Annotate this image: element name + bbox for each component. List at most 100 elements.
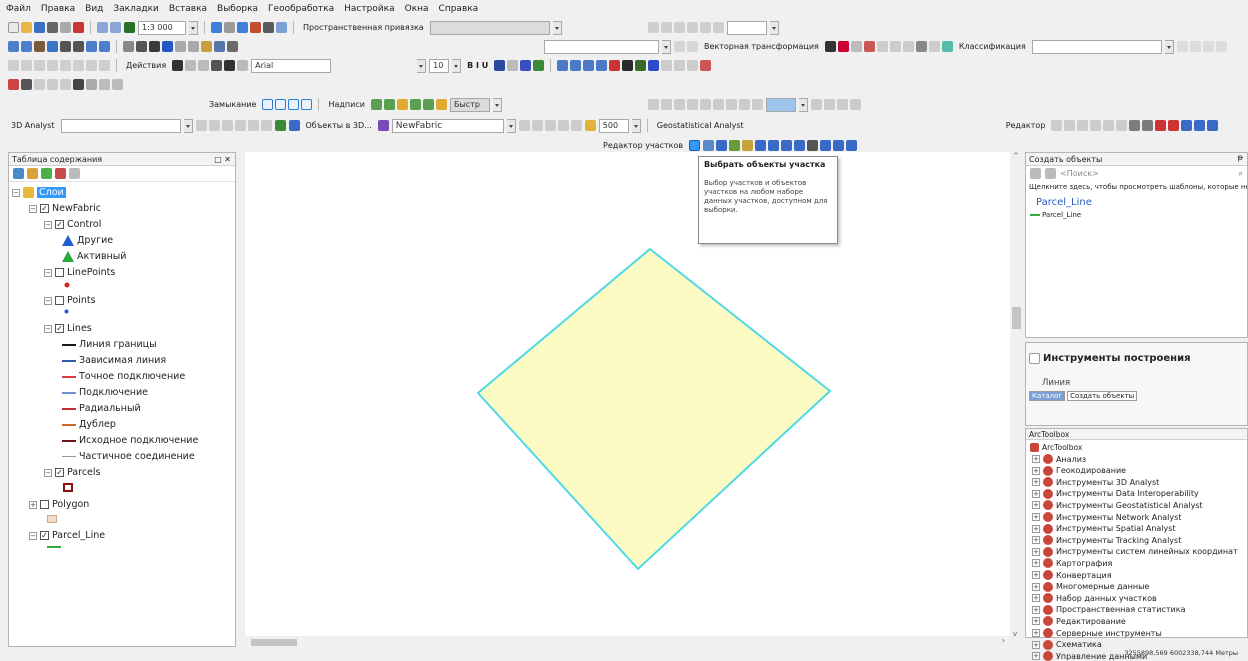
scroll-up-icon[interactable]: ^ — [1013, 152, 1019, 160]
expand-icon[interactable]: + — [1032, 536, 1040, 545]
toolbox-item[interactable]: + Инструменты систем линейных координат — [1032, 546, 1238, 557]
list-by-source-icon[interactable] — [27, 168, 38, 179]
toc-close-icon[interactable]: □ ✕ — [214, 153, 231, 166]
transform-tools[interactable] — [824, 41, 953, 52]
menu-item[interactable]: Файл — [6, 4, 31, 14]
closure-menu[interactable]: Замыкание — [206, 100, 259, 109]
toolbox-item[interactable]: + Инструменты Geostatistical Analyst — [1032, 500, 1203, 511]
toolbox-item[interactable]: + Картография — [1032, 558, 1112, 569]
fabric-combo[interactable]: NewFabric — [391, 118, 504, 133]
toc-node-points[interactable]: − Points — [44, 295, 96, 306]
organize-templates-icon[interactable] — [1045, 168, 1056, 179]
objects-3d-menu[interactable]: Объекты в 3D... — [303, 121, 375, 130]
expand-icon[interactable]: + — [1032, 513, 1040, 521]
labels-menu[interactable]: Надписи — [325, 100, 367, 109]
toc-node-layers[interactable]: − Слои — [12, 187, 66, 198]
toolbox-item[interactable]: + Инструменты Spatial Analyst — [1032, 523, 1176, 534]
templates-icon[interactable] — [1030, 168, 1041, 179]
menu-item[interactable]: Окна — [405, 4, 429, 14]
draw-tools[interactable] — [172, 60, 249, 71]
expand-icon[interactable]: + — [1032, 594, 1040, 603]
expand-icon[interactable]: + — [1032, 547, 1040, 556]
analyst-3d-menu[interactable]: 3D Analyst — [8, 121, 58, 130]
map-vertical-scrollbar[interactable]: ^ v — [1010, 152, 1023, 638]
undo-redo-icon[interactable] — [97, 22, 121, 33]
table-icon[interactable] — [584, 120, 596, 131]
editor-tools[interactable] — [1051, 120, 1219, 131]
menu-item[interactable]: Вставка — [169, 4, 207, 14]
geostat-menu[interactable]: Geostatistical Analyst — [654, 121, 747, 130]
select-parcel-features-button[interactable] — [689, 140, 701, 151]
value-field[interactable]: 500 — [598, 118, 629, 133]
template-search[interactable]: <Поиск> — [1060, 169, 1099, 178]
expand-icon[interactable]: + — [1032, 501, 1040, 510]
toolbox-item[interactable]: + Инструменты Tracking Analyst — [1032, 535, 1181, 546]
pin-icon[interactable]: ᵽ — [1238, 153, 1243, 162]
analyst-3d-field[interactable] — [60, 118, 181, 133]
toc-node-lines[interactable]: − ✓ Lines — [44, 323, 92, 334]
scene-icon[interactable] — [288, 120, 300, 131]
expand-icon[interactable]: + — [1032, 466, 1040, 475]
expand-icon[interactable]: + — [1032, 605, 1040, 614]
toc-node-polygon[interactable]: + Polygon — [29, 499, 89, 510]
file-tools[interactable] — [8, 22, 84, 33]
menu-item[interactable]: Выборка — [217, 4, 258, 14]
parcel-polygon[interactable] — [476, 247, 832, 571]
scale-field[interactable]: 1:3 000 — [138, 20, 186, 35]
tab-create-features[interactable]: Создать объекты — [1067, 391, 1138, 401]
menu-item[interactable]: Настройка — [344, 4, 395, 14]
bold-italic-underline[interactable]: B I U — [464, 61, 491, 70]
expand-icon[interactable]: + — [1032, 640, 1040, 649]
construction-tool-line[interactable]: Линия — [1042, 378, 1070, 388]
scale-dropdown[interactable] — [189, 20, 198, 35]
newfabric-checkbox[interactable]: ✓ — [40, 204, 49, 213]
editor-menu[interactable]: Редактор — [1003, 121, 1049, 130]
sketch-field[interactable] — [726, 20, 767, 35]
map-view[interactable] — [245, 152, 1010, 638]
select-tools[interactable] — [123, 41, 238, 52]
actions-menu[interactable]: Действия — [123, 61, 169, 70]
layer-combo[interactable] — [544, 39, 659, 54]
navigation-tools[interactable] — [8, 41, 110, 52]
list-by-drawing-order-icon[interactable] — [13, 168, 24, 179]
list-by-selection-icon[interactable] — [55, 168, 66, 179]
vector-transform-menu[interactable]: Векторная трансформация — [701, 42, 822, 51]
templates-hint[interactable]: Щелкните здесь, чтобы просмотреть шаблон… — [1026, 181, 1247, 193]
menu-item[interactable]: Справка — [439, 4, 479, 14]
color-tools[interactable] — [494, 60, 545, 71]
toolbox-item[interactable]: + Редактирование — [1032, 616, 1126, 627]
menu-item[interactable]: Закладки — [113, 4, 159, 14]
toolbox-item[interactable]: + Пространственная статистика — [1032, 604, 1185, 615]
font-field[interactable]: Arial — [251, 58, 332, 73]
toolbox-item[interactable]: + Конвертация — [1032, 570, 1112, 580]
tab-catalog[interactable]: Каталог — [1029, 391, 1066, 401]
expand-icon[interactable]: + — [1032, 455, 1040, 463]
template-item[interactable]: Parcel_Line — [1026, 211, 1247, 219]
label-tools[interactable] — [370, 99, 447, 110]
layers-root-label[interactable]: Слои — [37, 187, 66, 198]
expand-icon[interactable]: + — [1032, 559, 1040, 568]
edit-sketch-tools[interactable] — [647, 22, 724, 33]
classification-field[interactable] — [1031, 39, 1162, 54]
scroll-right-icon[interactable]: › — [1002, 636, 1005, 645]
toc-node-parcels[interactable]: − ✓ Parcels — [44, 467, 100, 478]
expand-icon[interactable]: + — [1032, 489, 1040, 498]
arctoolbox-root[interactable]: ArcToolbox — [1030, 443, 1082, 452]
toolbox-item[interactable]: + Многомерные данные — [1032, 581, 1149, 592]
menu-item[interactable]: Правка — [41, 4, 75, 14]
toc-node-parcel-line[interactable]: − ✓ Parcel_Line — [29, 530, 105, 541]
add-data-icon[interactable] — [124, 22, 135, 33]
expand-icon[interactable]: + — [1032, 571, 1040, 579]
toolbox-item[interactable]: + Инструменты Data Interoperability — [1032, 488, 1199, 499]
topology-tools[interactable] — [557, 60, 712, 71]
vscroll-thumb[interactable] — [1012, 307, 1021, 329]
toolbox-item[interactable]: + Инструменты 3D Analyst — [1032, 477, 1159, 488]
toolbox-item[interactable]: + Набор данных участков — [1032, 593, 1157, 604]
expand-icon[interactable]: + — [1032, 524, 1040, 533]
toc-node-newfabric[interactable]: − ✓ NewFabric — [29, 203, 101, 214]
expand-icon[interactable]: + — [1032, 629, 1040, 637]
hscroll-thumb[interactable] — [251, 639, 297, 646]
menu-item[interactable]: Геообработка — [268, 4, 334, 14]
font-size-field[interactable]: 10 — [429, 58, 450, 73]
expand-icon[interactable]: + — [1032, 478, 1040, 487]
